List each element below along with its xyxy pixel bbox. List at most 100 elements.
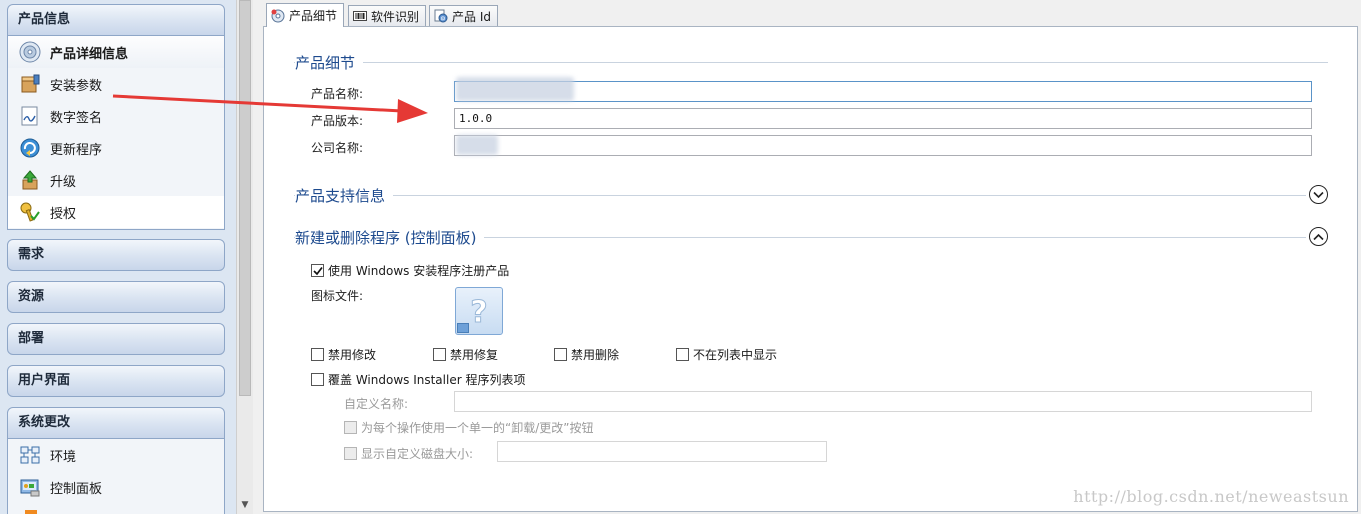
upgrade-icon	[18, 168, 42, 192]
sidebar-item-label: 环境	[50, 449, 77, 465]
single-button-checkbox[interactable]	[344, 421, 357, 434]
sidebar-item-updater[interactable]: 更新程序	[8, 132, 224, 164]
sidebar-item-next[interactable]	[8, 503, 224, 514]
sidebar-item-product-details[interactable]: 产品详细信息	[8, 36, 224, 68]
group-body-product-info: 产品详细信息 安装参数 数字签名 更新程序 升级 授权	[7, 36, 225, 230]
disable-remove-option[interactable]: 禁用删除	[554, 346, 619, 363]
custom-disk-size-input[interactable]	[497, 441, 827, 462]
sidebar-item-label: 升级	[50, 174, 77, 190]
override-checkbox[interactable]	[311, 373, 324, 386]
register-checkbox[interactable]	[311, 264, 324, 277]
section-divider	[294, 62, 1328, 63]
group-header-resources[interactable]: 资源	[7, 281, 225, 313]
sidebar-scrollbar-thumb[interactable]	[239, 0, 251, 396]
section-title-product-details: 产品细节	[295, 52, 364, 73]
barcode-icon	[353, 9, 367, 23]
dropdown-arrow-icon[interactable]	[457, 323, 469, 333]
register-with-installer-option[interactable]: 使用 Windows 安装程序注册产品	[311, 262, 509, 279]
disable-modify-option[interactable]: 禁用修改	[311, 346, 376, 363]
sidebar-item-environment[interactable]: 环境	[8, 439, 224, 471]
sidebar-item-digital-signature[interactable]: 数字签名	[8, 100, 224, 132]
license-key-icon	[18, 200, 42, 224]
product-version-input[interactable]: 1.0.0	[454, 108, 1312, 129]
group-header-product-info[interactable]: 产品信息	[7, 4, 225, 36]
register-label: 使用 Windows 安装程序注册产品	[328, 264, 510, 278]
checkmark-icon	[312, 266, 323, 275]
group-header-deployment[interactable]: 部署	[7, 323, 225, 355]
custom-disk-size-option[interactable]: 显示自定义磁盘大小:	[344, 445, 473, 462]
redacted-product-name	[456, 77, 574, 101]
disable-repair-option[interactable]: 禁用修复	[433, 346, 498, 363]
sidebar: 产品信息 产品详细信息 安装参数 数字签名 更新程序 升级 授权 需求 资源 部…	[0, 0, 236, 514]
hide-in-list-checkbox[interactable]	[676, 348, 689, 361]
override-label: 覆盖 Windows Installer 程序列表项	[328, 373, 526, 387]
collapse-control-panel-button[interactable]	[1309, 227, 1328, 246]
sidebar-scrollbar[interactable]: ▼	[236, 0, 253, 514]
svg-text:⚙: ⚙	[440, 16, 445, 23]
control-panel-icon	[18, 475, 42, 499]
sidebar-item-upgrade[interactable]: 升级	[8, 164, 224, 196]
sidebar-item-control-panel[interactable]: 控制面板	[8, 471, 224, 503]
disc-info-icon	[18, 40, 42, 64]
disable-repair-label: 禁用修复	[450, 348, 499, 362]
icon-file-label: 图标文件:	[311, 289, 364, 303]
section-divider	[294, 195, 1306, 196]
custom-name-label: 自定义名称:	[344, 397, 409, 411]
signature-icon	[18, 104, 42, 128]
group-header-system-changes[interactable]: 系统更改	[7, 407, 225, 439]
sidebar-item-license[interactable]: 授权	[8, 196, 224, 228]
tab-label: 产品细节	[289, 9, 338, 23]
disable-remove-checkbox[interactable]	[554, 348, 567, 361]
product-version-label: 产品版本:	[311, 114, 364, 128]
disable-remove-label: 禁用删除	[571, 348, 620, 362]
custom-disk-size-checkbox[interactable]	[344, 447, 357, 460]
svg-text:?: ?	[470, 295, 487, 328]
redacted-company-name	[456, 135, 498, 155]
tab-software-id[interactable]: 软件识别	[348, 5, 427, 26]
expand-support-button[interactable]	[1309, 185, 1328, 204]
chevron-down-icon	[1313, 191, 1324, 198]
disable-repair-checkbox[interactable]	[433, 348, 446, 361]
product-id-icon: ⚙	[434, 9, 448, 23]
watermark: http://blog.csdn.net/neweastsun	[1073, 487, 1349, 506]
sidebar-item-label: 控制面板	[50, 481, 103, 497]
custom-disk-size-label: 显示自定义磁盘大小:	[361, 447, 474, 461]
icon-file-picker[interactable]: ?	[455, 287, 503, 335]
update-icon	[18, 136, 42, 160]
folder-icon	[18, 507, 42, 514]
group-body-system-changes: 环境 控制面板	[7, 439, 225, 514]
product-name-input[interactable]	[454, 81, 1312, 102]
single-button-label: 为每个操作使用一个单一的“卸载/更改”按钮	[361, 421, 594, 435]
hide-in-list-option[interactable]: 不在列表中显示	[676, 346, 777, 363]
override-installer-list-option[interactable]: 覆盖 Windows Installer 程序列表项	[311, 371, 525, 388]
main-area: 产品细节 软件识别 ⚙ 产品 Id 产品细节 产品名称: 产品版本: 1.0.0…	[253, 0, 1361, 514]
hide-in-list-label: 不在列表中显示	[693, 348, 778, 362]
tab-product-details[interactable]: 产品细节	[266, 3, 345, 27]
install-box-icon	[18, 72, 42, 96]
group-header-user-interface[interactable]: 用户界面	[7, 365, 225, 397]
sidebar-item-label: 授权	[50, 206, 77, 222]
sidebar-item-label: 产品详细信息	[50, 46, 129, 62]
sidebar-item-label: 安装参数	[50, 78, 103, 94]
section-title-control-panel: 新建或删除程序 (控制面板)	[295, 227, 485, 248]
scroll-down-arrow-icon[interactable]: ▼	[237, 498, 253, 512]
single-button-option[interactable]: 为每个操作使用一个单一的“卸载/更改”按钮	[344, 419, 593, 436]
tab-product-id[interactable]: ⚙ 产品 Id	[429, 5, 498, 26]
sidebar-item-label: 数字签名	[50, 110, 103, 126]
company-name-input[interactable]	[454, 135, 1312, 156]
disc-icon	[271, 9, 285, 23]
sidebar-item-label: 更新程序	[50, 142, 103, 158]
disable-modify-label: 禁用修改	[328, 348, 377, 362]
tab-label: 产品 Id	[452, 9, 491, 24]
company-name-label: 公司名称:	[311, 141, 364, 155]
group-header-requirements[interactable]: 需求	[7, 239, 225, 271]
chevron-up-icon	[1313, 233, 1324, 240]
section-title-support-info: 产品支持信息	[295, 185, 394, 206]
tab-bar: 产品细节 软件识别 ⚙ 产品 Id	[253, 0, 1361, 27]
disable-modify-checkbox[interactable]	[311, 348, 324, 361]
custom-name-input[interactable]	[454, 391, 1312, 412]
environment-icon	[18, 443, 42, 467]
tab-panel: 产品细节 产品名称: 产品版本: 1.0.0 公司名称: 产品支持信息 新建或删…	[263, 26, 1358, 512]
tab-label: 软件识别	[371, 9, 420, 24]
sidebar-item-install-params[interactable]: 安装参数	[8, 68, 224, 100]
